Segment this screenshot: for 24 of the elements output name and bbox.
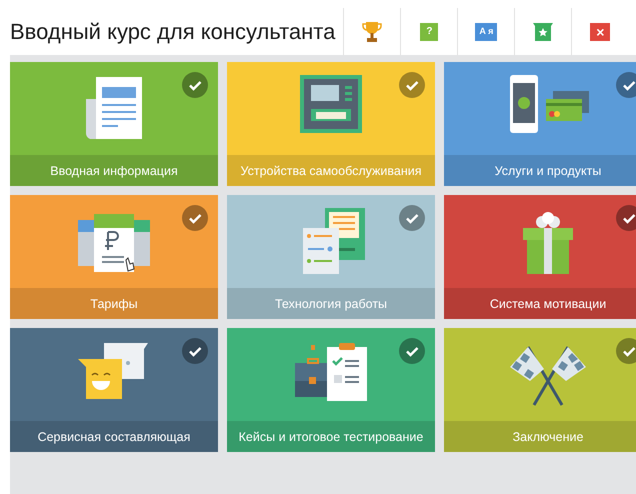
tile-label: Сервисная составляющая	[10, 421, 218, 452]
tile-label: Заключение	[444, 421, 636, 452]
tile-label: Кейсы и итоговое тестирование	[227, 421, 435, 452]
course-tile[interactable]: Заключение	[444, 328, 636, 452]
course-tile[interactable]: Вводная информация	[10, 62, 218, 186]
tile-label: Технология работы	[227, 288, 435, 319]
tile-label: Тарифы	[10, 288, 218, 319]
course-tile[interactable]: Технология работы	[227, 195, 435, 319]
course-tile[interactable]: Услуги и продукты	[444, 62, 636, 186]
course-tile[interactable]: Система мотивации	[444, 195, 636, 319]
course-tile[interactable]: Кейсы и итоговое тестирование	[227, 328, 435, 452]
course-title: Вводный курс для консультанта	[10, 18, 336, 46]
course-tile[interactable]: Тарифы	[10, 195, 218, 319]
tile-label: Услуги и продукты	[444, 155, 636, 186]
help-card-icon: ?	[420, 22, 438, 40]
course-tile[interactable]: Сервисная составляющая	[10, 328, 218, 452]
tile-label: Вводная информация	[10, 155, 218, 186]
close-icon: ×	[590, 22, 610, 40]
course-tile[interactable]: Устройства самообслуживания	[227, 62, 435, 186]
tile-label: Система мотивации	[444, 288, 636, 319]
trophy-icon	[362, 20, 382, 42]
language-icon: A я	[475, 22, 498, 40]
tile-label: Устройства самообслуживания	[227, 155, 435, 186]
star-card-icon	[533, 22, 554, 40]
